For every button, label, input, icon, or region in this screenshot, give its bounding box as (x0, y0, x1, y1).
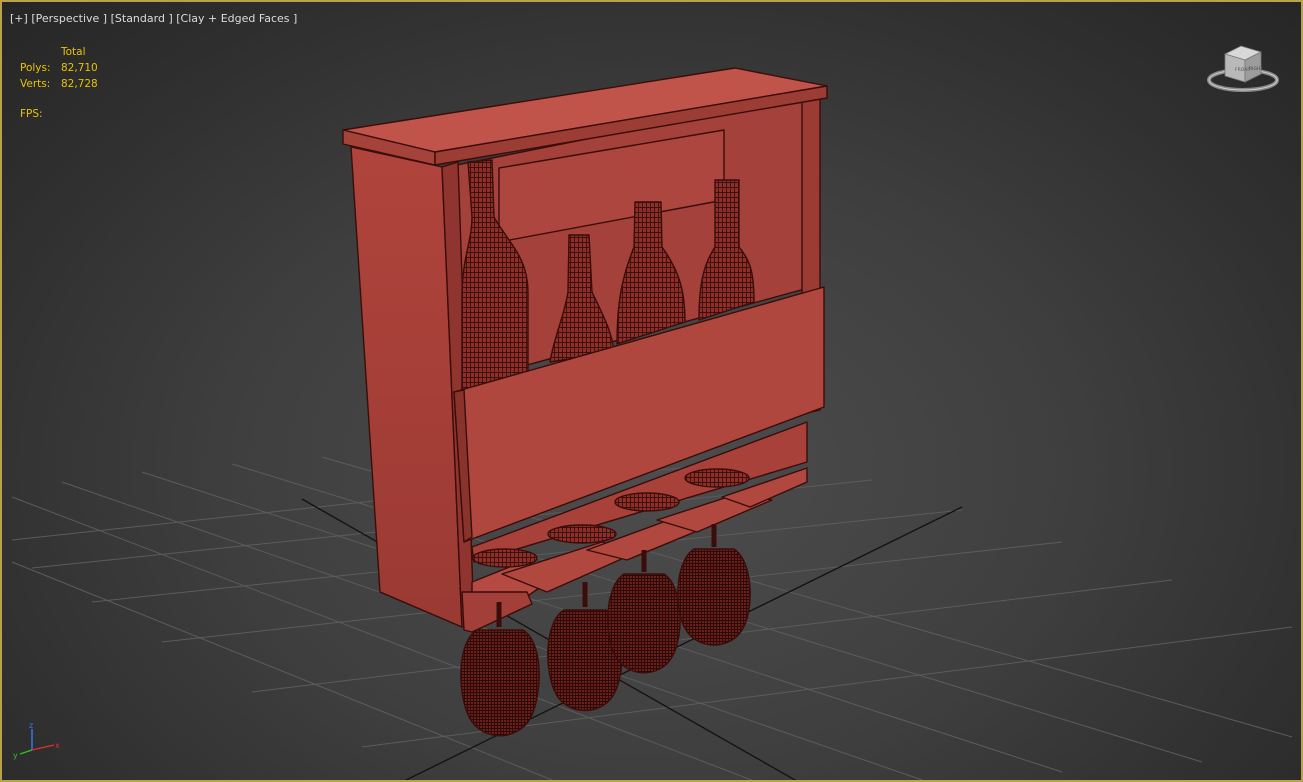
viewport-label-menu: [+] [Perspective ] [Standard ] [Clay + E… (10, 12, 297, 25)
viewport-plus-menu[interactable]: [+] (10, 12, 28, 25)
stats-total-header: Total (61, 46, 86, 58)
axis-tripod-icon: z x y (13, 721, 60, 760)
wine-rack-model[interactable] (342, 67, 828, 737)
wine-glass[interactable] (607, 550, 681, 674)
wine-glass[interactable] (677, 524, 751, 646)
viewport-point-of-view-menu[interactable]: [Perspective ] (31, 12, 107, 25)
axis-z-label: z (29, 721, 33, 730)
perspective-viewport[interactable]: [+] [Perspective ] [Standard ] [Clay + E… (0, 0, 1303, 782)
stats-fps-label: FPS: (20, 108, 43, 120)
axis-y-label: y (13, 751, 18, 760)
viewcube-right-label: RIGHT (1249, 66, 1263, 72)
scene-canvas[interactable] (2, 2, 1303, 782)
axis-x-label: x (55, 741, 60, 750)
viewport-shading-menu[interactable]: [Standard ] (111, 12, 173, 25)
statistics-overlay: Total Polys: 82,710 Verts: 82,728 (20, 44, 98, 92)
stats-polys-value: 82,710 (61, 62, 98, 74)
stats-verts-value: 82,728 (61, 78, 98, 90)
viewcube-icon[interactable]: FRONT RIGHT (1205, 40, 1281, 98)
stats-verts-label: Verts: (20, 78, 51, 90)
viewport-display-style-menu[interactable]: [Clay + Edged Faces ] (176, 12, 297, 25)
stats-polys-label: Polys: (20, 62, 51, 74)
